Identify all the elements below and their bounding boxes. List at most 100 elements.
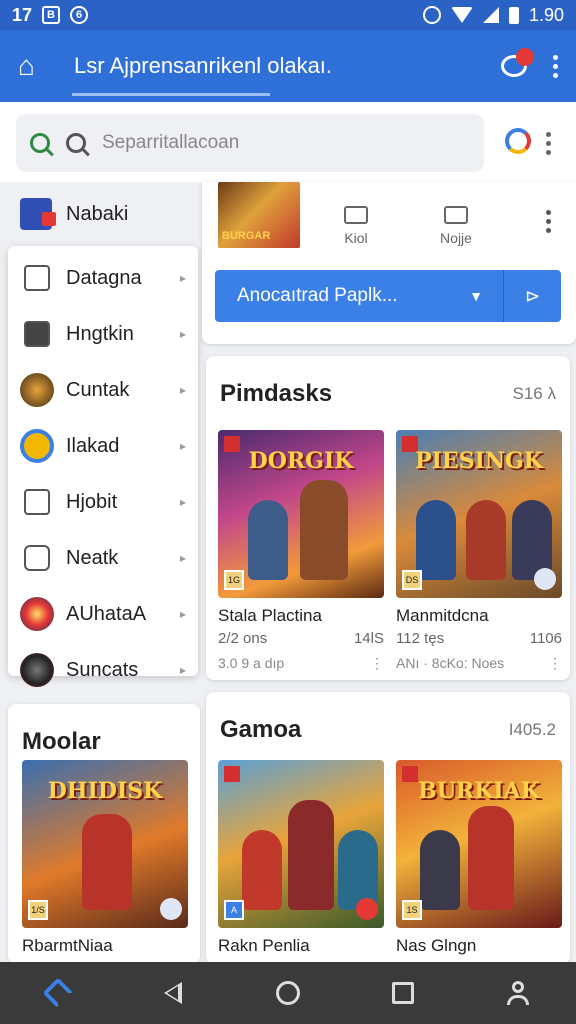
chat-icon[interactable] — [501, 48, 534, 77]
age-rating-badge: 1/S — [28, 900, 48, 920]
character-figure — [248, 500, 288, 580]
gamepad-button[interactable]: Nojje — [426, 206, 486, 246]
game-size: 1106 — [529, 630, 562, 647]
age-rating-badge: 1G — [224, 570, 244, 590]
menu-item-hjobit[interactable]: Hjobit ▸ — [8, 474, 198, 530]
section-pimdasks: Pimdasks S16 λ DORGIK 1G Stala Plactina … — [206, 356, 570, 680]
category-dropdown[interactable]: Anocaıtrad Paplk... ▼ — [215, 270, 503, 322]
game-more-icon[interactable]: ⋮ — [370, 655, 384, 672]
card-more-icon[interactable] — [546, 210, 551, 233]
profile-button[interactable] — [498, 973, 538, 1013]
back-icon — [163, 982, 182, 1004]
chevron-right-icon: ▸ — [179, 271, 186, 285]
chevron-right-icon: ▸ — [179, 551, 186, 565]
chevron-down-icon: ▼ — [469, 288, 483, 304]
character-figure — [300, 480, 348, 580]
signal-icon — [482, 7, 499, 23]
menu-item-hngtkin[interactable]: Hngtkin ▸ — [8, 306, 198, 362]
game-tile[interactable]: DORGIK 1G Stala Plactina 2/2 ons 14lS 3.0… — [218, 430, 384, 672]
game-name: RbarmtNiaa — [22, 936, 113, 955]
recents-button[interactable] — [383, 973, 423, 1013]
game-count: 112 tęs — [396, 630, 445, 647]
chevron-right-icon: ▸ — [179, 327, 186, 341]
section-title: Pimdasks — [220, 380, 333, 407]
status-time-left: 17 — [12, 4, 33, 25]
chevron-right-icon: ▸ — [179, 495, 186, 509]
menu-item-label: Datagna — [66, 266, 142, 289]
character-figure — [420, 830, 460, 910]
title-underline — [72, 93, 270, 96]
alarm-icon — [422, 6, 441, 24]
assistant-icon[interactable] — [505, 128, 531, 154]
game-more-icon[interactable]: ⋮ — [548, 655, 562, 672]
wifi-icon — [450, 7, 473, 23]
menu-item-suncats[interactable]: Suncats ▸ — [8, 642, 198, 698]
section-meta: I405.2 — [508, 720, 556, 739]
menu-item-label: Suncats — [66, 658, 139, 681]
mail-icon — [344, 206, 368, 224]
game-count: 2/2 ons — [218, 630, 268, 647]
recents-icon — [392, 982, 415, 1004]
menu-item-datagna[interactable]: Datagna ▸ — [8, 250, 198, 306]
page-title: Lsr Ajprensanrikenl olakaı. — [74, 53, 333, 78]
game-name: Nas Glngn — [396, 936, 477, 955]
status-bar: 17 B 6 1.90 — [0, 0, 576, 30]
game-tile[interactable]: BURKIAK 1S Nas Glngn — [396, 760, 562, 956]
menu-item-neatk[interactable]: Neatk ▸ — [8, 530, 198, 586]
game-name: Rakn Penlia — [218, 936, 310, 955]
game-cover[interactable]: BURKIAK 1S — [396, 760, 562, 928]
drawer-menu: Datagna ▸ Hngtkin ▸ Cuntak ▸ Ilakad ▸ Hj… — [8, 246, 198, 687]
user-icon — [507, 981, 530, 1005]
search-more-icon[interactable] — [546, 132, 551, 155]
menu-item-auhataa[interactable]: AUhataA ▸ — [8, 586, 198, 642]
send-button[interactable]: ⊳ — [503, 270, 561, 322]
sync-icon: 6 — [70, 6, 89, 24]
section-title: Gamoa — [220, 716, 302, 743]
home-icon[interactable]: ⌂ — [18, 50, 54, 82]
drawer-header[interactable]: Nabaki — [0, 182, 200, 246]
gamepad-icon — [444, 206, 468, 224]
install-icon[interactable] — [160, 898, 182, 920]
age-rating-badge: DS — [402, 570, 422, 590]
game-cover-title: DORGIK — [248, 448, 354, 474]
app-logo-icon — [42, 977, 74, 1009]
age-rating-badge: 1S — [402, 900, 422, 920]
featured-card: BURGAR Kiol Nojje Anocaıtrad Paplk... ▼ … — [202, 182, 576, 344]
game-size: 14lS — [353, 630, 384, 647]
chevron-right-icon: ▸ — [179, 439, 186, 453]
game-tile[interactable]: PIESINGK DS Manmitdcna 112 tęs 1106 ANı ·… — [396, 430, 562, 672]
character-figure — [288, 800, 334, 910]
app-switcher-button[interactable] — [38, 973, 78, 1013]
menu-item-ilakad[interactable]: Ilakad ▸ — [8, 418, 198, 474]
publisher-badge-icon — [224, 766, 240, 782]
search-input[interactable]: Separritallacoan — [16, 114, 484, 172]
game-cover[interactable]: A — [218, 760, 384, 928]
folder-icon — [24, 545, 50, 571]
game-avatar-icon — [20, 373, 54, 407]
game-cover-title: DHIDISK — [47, 778, 163, 804]
game-cover[interactable]: DHIDISK 1/S — [22, 760, 188, 928]
install-icon[interactable] — [534, 568, 556, 590]
character-figure — [82, 814, 132, 910]
game-cover[interactable]: DORGIK 1G — [218, 430, 384, 598]
more-options-icon[interactable] — [553, 54, 558, 78]
install-icon[interactable] — [356, 898, 378, 920]
game-cover[interactable]: PIESINGK DS — [396, 430, 562, 598]
mail-button[interactable]: Kiol — [326, 206, 386, 246]
section-meta: S16 λ — [512, 384, 556, 403]
game-tile[interactable]: DHIDISK 1/S RbarmtNiaa — [22, 760, 188, 956]
chevron-right-icon: ▸ — [179, 663, 186, 677]
game-tile[interactable]: A Rakn Penlia — [218, 760, 384, 956]
menu-item-label: Hngtkin — [66, 322, 134, 345]
home-button[interactable] — [268, 973, 308, 1013]
status-time: 1.90 — [528, 4, 564, 25]
menu-item-cuntak[interactable]: Cuntak ▸ — [8, 362, 198, 418]
menu-item-label: Ilakad — [66, 434, 120, 457]
back-button[interactable] — [153, 973, 193, 1013]
menu-item-label: Cuntak — [66, 378, 130, 401]
featured-thumbnail[interactable]: BURGAR — [218, 182, 300, 248]
gamepad-label: Nojje — [440, 230, 472, 246]
search-icon[interactable] — [30, 133, 50, 153]
menu-item-label: Neatk — [66, 546, 119, 569]
burst-icon — [20, 597, 54, 631]
